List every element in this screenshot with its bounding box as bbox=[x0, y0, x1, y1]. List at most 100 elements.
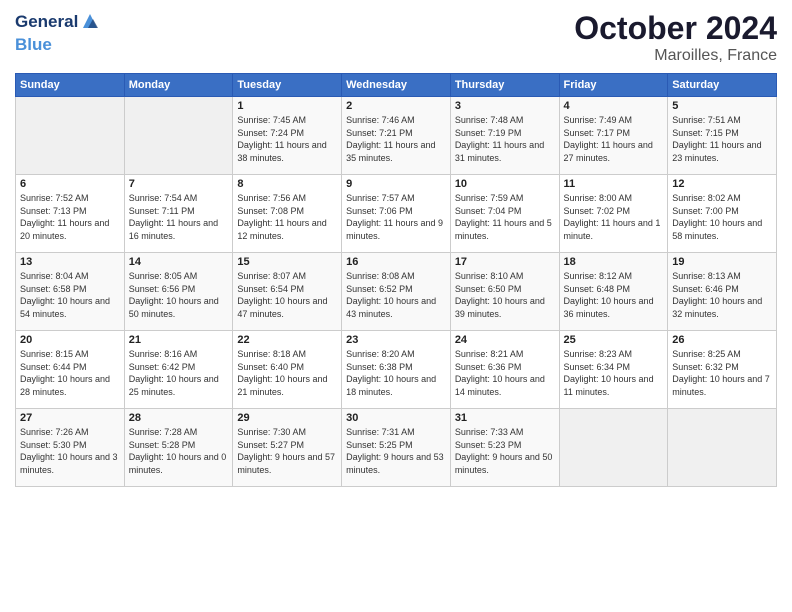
location: Maroilles, France bbox=[574, 47, 777, 65]
title-block: October 2024 Maroilles, France bbox=[574, 10, 777, 65]
header-cell-thursday: Thursday bbox=[450, 74, 559, 97]
day-number: 15 bbox=[237, 256, 337, 268]
day-number: 6 bbox=[20, 178, 120, 190]
day-cell: 25Sunrise: 8:23 AM Sunset: 6:34 PM Dayli… bbox=[559, 331, 668, 409]
day-info: Sunrise: 8:04 AM Sunset: 6:58 PM Dayligh… bbox=[20, 270, 120, 320]
day-number: 11 bbox=[564, 178, 664, 190]
day-info: Sunrise: 8:08 AM Sunset: 6:52 PM Dayligh… bbox=[346, 270, 446, 320]
day-number: 24 bbox=[455, 334, 555, 346]
header-cell-wednesday: Wednesday bbox=[342, 74, 451, 97]
day-cell bbox=[16, 97, 125, 175]
day-cell: 22 Sunrise: 8:18 AM Sunset: 6:40 PM Dayli… bbox=[233, 331, 342, 409]
week-row-4: 20 Sunrise: 8:15 AM Sunset: 6:44 PM Dayli… bbox=[16, 331, 777, 409]
day-cell: 5 Sunrise: 7:51 AM Sunset: 7:15 PM Daylig… bbox=[668, 97, 777, 175]
calendar-table: SundayMondayTuesdayWednesdayThursdayFrid… bbox=[15, 73, 777, 487]
header-cell-saturday: Saturday bbox=[668, 74, 777, 97]
day-cell: 11 Sunrise: 8:00 AM Sunset: 7:02 PM Dayli… bbox=[559, 175, 668, 253]
day-info: Sunrise: 8:10 AM Sunset: 6:50 PM Dayligh… bbox=[455, 270, 555, 320]
day-number: 7 bbox=[129, 178, 229, 190]
day-number: 3 bbox=[455, 100, 555, 112]
day-info: Sunrise: 7:48 AM Sunset: 7:19 PM Dayligh… bbox=[455, 114, 555, 164]
month-title: October 2024 bbox=[574, 10, 777, 47]
day-info: Sunrise: 7:51 AM Sunset: 7:15 PM Dayligh… bbox=[672, 114, 772, 164]
day-cell: 1 Sunrise: 7:45 AM Sunset: 7:24 PM Daylig… bbox=[233, 97, 342, 175]
day-number: 5 bbox=[672, 100, 772, 112]
day-info: Sunrise: 7:49 AM Sunset: 7:17 PM Dayligh… bbox=[564, 114, 664, 164]
day-cell: 12 Sunrise: 8:02 AM Sunset: 7:00 PM Dayli… bbox=[668, 175, 777, 253]
day-number: 18 bbox=[564, 256, 664, 268]
header-cell-sunday: Sunday bbox=[16, 74, 125, 97]
day-info: Sunrise: 8:25 AM Sunset: 6:32 PM Dayligh… bbox=[672, 348, 772, 398]
day-info: Sunrise: 8:13 AM Sunset: 6:46 PM Dayligh… bbox=[672, 270, 772, 320]
day-cell: 29 Sunrise: 7:30 AM Sunset: 5:27 PM Dayli… bbox=[233, 409, 342, 487]
logo-icon bbox=[79, 10, 101, 32]
day-info: Sunrise: 7:57 AM Sunset: 7:06 PM Dayligh… bbox=[346, 192, 446, 242]
day-number: 21 bbox=[129, 334, 229, 346]
day-info: Sunrise: 7:28 AM Sunset: 5:28 PM Dayligh… bbox=[129, 426, 229, 476]
day-number: 16 bbox=[346, 256, 446, 268]
day-cell: 19 Sunrise: 8:13 AM Sunset: 6:46 PM Dayli… bbox=[668, 253, 777, 331]
day-cell: 17Sunrise: 8:10 AM Sunset: 6:50 PM Dayli… bbox=[450, 253, 559, 331]
day-info: Sunrise: 8:00 AM Sunset: 7:02 PM Dayligh… bbox=[564, 192, 664, 242]
day-info: Sunrise: 7:59 AM Sunset: 7:04 PM Dayligh… bbox=[455, 192, 555, 242]
header-cell-tuesday: Tuesday bbox=[233, 74, 342, 97]
day-cell: 6 Sunrise: 7:52 AM Sunset: 7:13 PM Daylig… bbox=[16, 175, 125, 253]
day-info: Sunrise: 8:07 AM Sunset: 6:54 PM Dayligh… bbox=[237, 270, 337, 320]
week-row-3: 13Sunrise: 8:04 AM Sunset: 6:58 PM Dayli… bbox=[16, 253, 777, 331]
day-number: 2 bbox=[346, 100, 446, 112]
day-cell: 30 Sunrise: 7:31 AM Sunset: 5:25 PM Dayli… bbox=[342, 409, 451, 487]
day-cell: 21 Sunrise: 8:16 AM Sunset: 6:42 PM Dayli… bbox=[124, 331, 233, 409]
day-number: 27 bbox=[20, 412, 120, 424]
day-info: Sunrise: 8:16 AM Sunset: 6:42 PM Dayligh… bbox=[129, 348, 229, 398]
day-info: Sunrise: 7:52 AM Sunset: 7:13 PM Dayligh… bbox=[20, 192, 120, 242]
day-cell: 26 Sunrise: 8:25 AM Sunset: 6:32 PM Dayli… bbox=[668, 331, 777, 409]
week-row-2: 6 Sunrise: 7:52 AM Sunset: 7:13 PM Daylig… bbox=[16, 175, 777, 253]
day-cell bbox=[668, 409, 777, 487]
day-cell: 15 Sunrise: 8:07 AM Sunset: 6:54 PM Dayli… bbox=[233, 253, 342, 331]
day-number: 30 bbox=[346, 412, 446, 424]
day-number: 1 bbox=[237, 100, 337, 112]
day-cell: 7 Sunrise: 7:54 AM Sunset: 7:11 PM Daylig… bbox=[124, 175, 233, 253]
header-cell-monday: Monday bbox=[124, 74, 233, 97]
day-info: Sunrise: 8:02 AM Sunset: 7:00 PM Dayligh… bbox=[672, 192, 772, 242]
day-cell: 24 Sunrise: 8:21 AM Sunset: 6:36 PM Dayli… bbox=[450, 331, 559, 409]
day-number: 20 bbox=[20, 334, 120, 346]
day-number: 12 bbox=[672, 178, 772, 190]
day-cell: 2 Sunrise: 7:46 AM Sunset: 7:21 PM Daylig… bbox=[342, 97, 451, 175]
day-number: 9 bbox=[346, 178, 446, 190]
day-info: Sunrise: 7:56 AM Sunset: 7:08 PM Dayligh… bbox=[237, 192, 337, 242]
day-info: Sunrise: 8:18 AM Sunset: 6:40 PM Dayligh… bbox=[237, 348, 337, 398]
day-number: 22 bbox=[237, 334, 337, 346]
day-info: Sunrise: 7:31 AM Sunset: 5:25 PM Dayligh… bbox=[346, 426, 446, 476]
day-cell: 4 Sunrise: 7:49 AM Sunset: 7:17 PM Daylig… bbox=[559, 97, 668, 175]
day-info: Sunrise: 7:54 AM Sunset: 7:11 PM Dayligh… bbox=[129, 192, 229, 242]
day-number: 25 bbox=[564, 334, 664, 346]
day-info: Sunrise: 8:21 AM Sunset: 6:36 PM Dayligh… bbox=[455, 348, 555, 398]
day-number: 28 bbox=[129, 412, 229, 424]
day-info: Sunrise: 8:15 AM Sunset: 6:44 PM Dayligh… bbox=[20, 348, 120, 398]
day-cell bbox=[124, 97, 233, 175]
day-cell: 23Sunrise: 8:20 AM Sunset: 6:38 PM Dayli… bbox=[342, 331, 451, 409]
day-info: Sunrise: 7:45 AM Sunset: 7:24 PM Dayligh… bbox=[237, 114, 337, 164]
week-row-1: 1 Sunrise: 7:45 AM Sunset: 7:24 PM Daylig… bbox=[16, 97, 777, 175]
day-number: 19 bbox=[672, 256, 772, 268]
day-number: 26 bbox=[672, 334, 772, 346]
day-number: 4 bbox=[564, 100, 664, 112]
day-info: Sunrise: 8:05 AM Sunset: 6:56 PM Dayligh… bbox=[129, 270, 229, 320]
logo-line2: Blue bbox=[15, 35, 101, 55]
day-cell: 20 Sunrise: 8:15 AM Sunset: 6:44 PM Dayli… bbox=[16, 331, 125, 409]
day-cell: 14 Sunrise: 8:05 AM Sunset: 6:56 PM Dayli… bbox=[124, 253, 233, 331]
header-row: SundayMondayTuesdayWednesdayThursdayFrid… bbox=[16, 74, 777, 97]
day-info: Sunrise: 7:30 AM Sunset: 5:27 PM Dayligh… bbox=[237, 426, 337, 476]
day-info: Sunrise: 8:20 AM Sunset: 6:38 PM Dayligh… bbox=[346, 348, 446, 398]
day-cell: 28 Sunrise: 7:28 AM Sunset: 5:28 PM Dayli… bbox=[124, 409, 233, 487]
day-info: Sunrise: 7:46 AM Sunset: 7:21 PM Dayligh… bbox=[346, 114, 446, 164]
page-header: General Blue October 2024 Maroilles, Fra… bbox=[15, 10, 777, 65]
day-cell: 16 Sunrise: 8:08 AM Sunset: 6:52 PM Dayli… bbox=[342, 253, 451, 331]
header-cell-friday: Friday bbox=[559, 74, 668, 97]
day-info: Sunrise: 7:26 AM Sunset: 5:30 PM Dayligh… bbox=[20, 426, 120, 476]
day-number: 29 bbox=[237, 412, 337, 424]
day-cell: 3 Sunrise: 7:48 AM Sunset: 7:19 PM Daylig… bbox=[450, 97, 559, 175]
day-number: 14 bbox=[129, 256, 229, 268]
day-cell: 27 Sunrise: 7:26 AM Sunset: 5:30 PM Dayli… bbox=[16, 409, 125, 487]
